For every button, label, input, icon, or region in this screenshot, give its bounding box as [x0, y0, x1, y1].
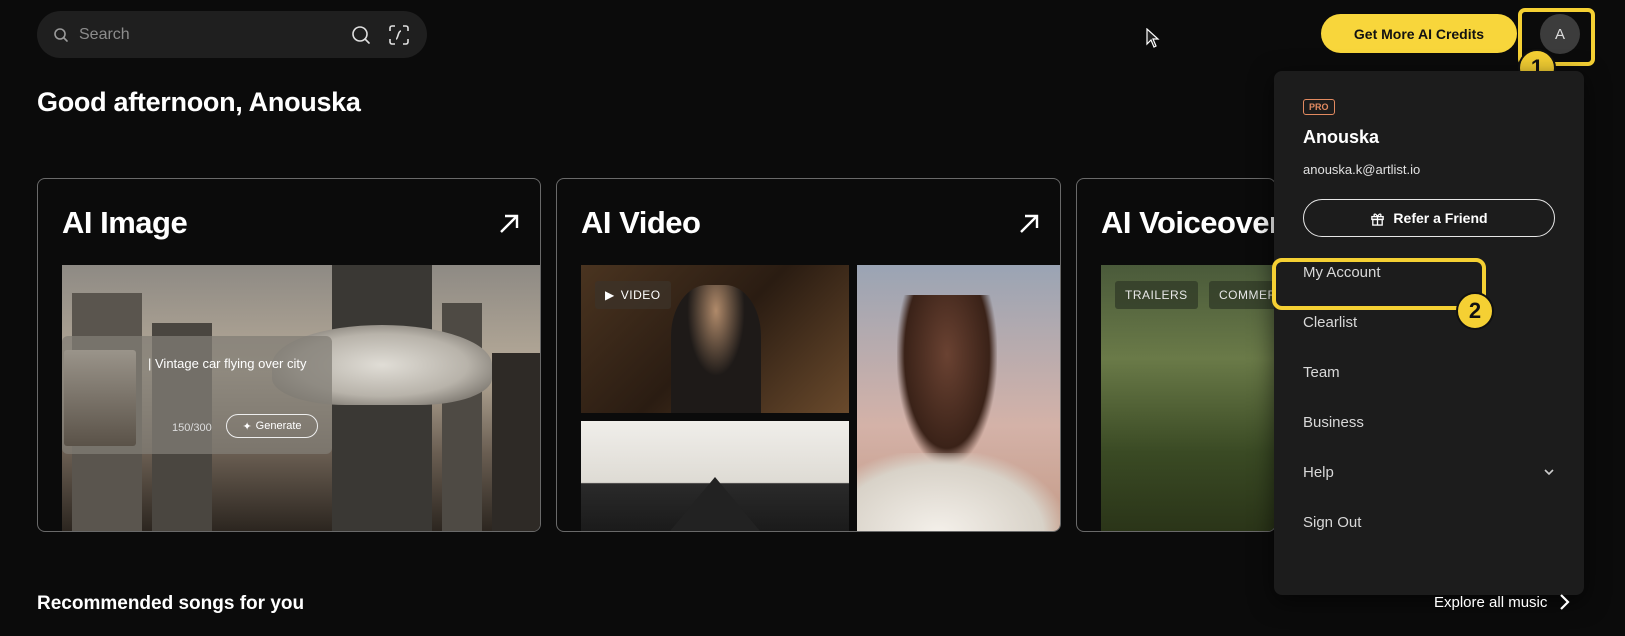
prompt-overlay: | Vintage car flying over city 150/300 ✦… — [62, 336, 332, 454]
explore-label: Explore all music — [1434, 593, 1548, 611]
step-badge-2: 2 — [1456, 292, 1494, 330]
ai-video-card[interactable]: AI Video ▶ VIDEO — [556, 178, 1061, 532]
account-dropdown: PRO Anouska anouska.k@artlist.io Refer a… — [1274, 71, 1584, 595]
search-input[interactable] — [79, 25, 335, 44]
video-tag-label: VIDEO — [620, 288, 661, 302]
search-submit-icon[interactable] — [349, 23, 373, 47]
ai-image-card[interactable]: AI Image | Vintage car flying over city … — [37, 178, 541, 532]
tag-trailers[interactable]: TRAILERS — [1115, 281, 1198, 309]
menu-item-label: Help — [1303, 463, 1334, 481]
menu-item-label: Clearlist — [1303, 313, 1358, 331]
user-email: anouska.k@artlist.io — [1303, 162, 1421, 177]
prompt-char-count: 150/300 — [172, 422, 212, 434]
menu-item-business[interactable]: Business — [1303, 407, 1555, 437]
gift-icon — [1371, 213, 1385, 226]
user-name: Anouska — [1303, 127, 1380, 147]
menu-item-label: Sign Out — [1303, 513, 1362, 531]
menu-item-label: Business — [1303, 413, 1364, 431]
video-thumbnail-mountain — [581, 421, 849, 531]
avatar-button[interactable]: A — [1540, 14, 1580, 54]
refer-friend-button[interactable]: Refer a Friend — [1303, 199, 1555, 237]
sparkle-icon: ✦ — [242, 420, 252, 433]
card-title: AI Image — [62, 205, 188, 240]
page-title: Good afternoon, Anouska — [37, 87, 361, 117]
ai-image-preview: | Vintage car flying over city 150/300 ✦… — [62, 265, 540, 531]
generate-button[interactable]: ✦ Generate — [226, 414, 318, 438]
play-icon: ▶ — [605, 288, 615, 302]
card-title: AI Video — [581, 205, 701, 240]
menu-item-clearlist[interactable]: Clearlist — [1303, 307, 1555, 337]
menu-item-help[interactable]: Help — [1303, 457, 1555, 487]
chevron-down-icon — [1543, 466, 1555, 478]
generate-label: Generate — [255, 420, 302, 432]
arrow-up-right-icon[interactable] — [1016, 211, 1042, 237]
video-tag: ▶ VIDEO — [595, 281, 671, 309]
video-thumbnail-portrait — [857, 265, 1060, 531]
ai-voiceover-card[interactable]: AI Voiceover TRAILERS COMMERCIALS — [1076, 178, 1276, 532]
menu-item-team[interactable]: Team — [1303, 357, 1555, 387]
explore-all-music-link[interactable]: Explore all music — [1434, 593, 1571, 611]
plan-badge: PRO — [1303, 99, 1335, 115]
get-more-credits-button[interactable]: Get More AI Credits — [1321, 14, 1517, 53]
menu-item-label: Team — [1303, 363, 1340, 381]
search-bar[interactable] — [37, 11, 427, 58]
menu-item-sign-out[interactable]: Sign Out — [1303, 507, 1555, 537]
arrow-up-right-icon[interactable] — [496, 211, 522, 237]
refer-label: Refer a Friend — [1393, 210, 1488, 226]
tag-commercials[interactable]: COMMERCIALS — [1209, 281, 1275, 309]
card-title: AI Voiceover — [1101, 205, 1276, 240]
video-thumbnail-dinner: ▶ VIDEO — [581, 265, 849, 413]
chevron-right-icon — [1560, 594, 1570, 610]
visual-search-icon[interactable] — [387, 23, 411, 47]
my-account-highlight — [1272, 258, 1486, 310]
prompt-text: | Vintage car flying over city — [148, 356, 307, 371]
search-icon — [53, 27, 69, 43]
recommended-songs-heading: Recommended songs for you — [37, 593, 305, 614]
mouse-cursor-icon — [1146, 28, 1160, 48]
prompt-thumbnail — [64, 350, 136, 446]
voiceover-preview: TRAILERS COMMERCIALS — [1101, 265, 1275, 531]
